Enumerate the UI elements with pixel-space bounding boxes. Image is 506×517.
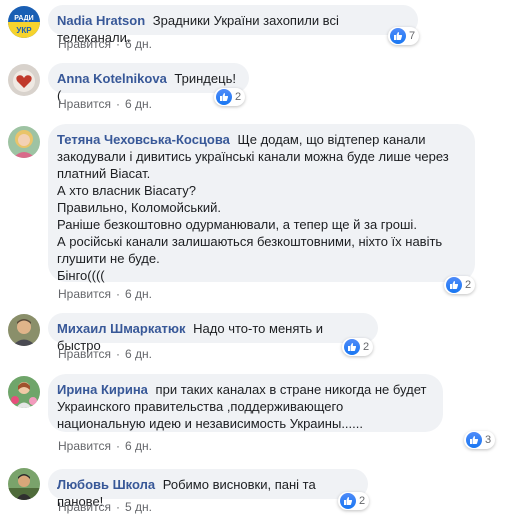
comment-bubble: Михаил Шмаркатюк Надо что-то менять и бы…	[48, 313, 378, 353]
timestamp[interactable]: 5 дн.	[125, 500, 152, 514]
timestamp[interactable]: 6 дн.	[125, 97, 152, 111]
reaction-number: 2	[235, 91, 242, 103]
comment-author[interactable]: Nadia Hratson	[57, 13, 145, 28]
reaction-count[interactable]: 2	[444, 276, 476, 294]
comment-actions: Нравится · 6 дн.	[58, 287, 152, 301]
svg-text:УКР: УКР	[16, 26, 32, 35]
comment-text: Ще додам, що відтепер канали закодували …	[57, 132, 449, 283]
man-avatar-icon	[8, 314, 40, 346]
woman-avatar-icon	[8, 126, 40, 158]
avatar[interactable]	[8, 64, 40, 96]
like-reaction-icon	[466, 432, 482, 448]
separator: ·	[115, 37, 120, 51]
comment-bubble: Любовь Школа Робимо висновки, пані та па…	[48, 469, 368, 509]
person-outdoor-avatar-icon	[8, 468, 40, 500]
reaction-number: 3	[485, 434, 492, 446]
reaction-number: 2	[363, 341, 370, 353]
comment-author[interactable]: Михаил Шмаркатюк	[57, 321, 186, 336]
like-reaction-icon	[340, 493, 356, 509]
reaction-number: 2	[465, 279, 472, 291]
comment-bubble: Ирина Кирина при таких каналах в стране …	[48, 374, 443, 432]
like-reaction-icon	[390, 28, 406, 44]
timestamp[interactable]: 6 дн.	[125, 287, 152, 301]
reaction-count[interactable]: 2	[342, 338, 374, 356]
timestamp[interactable]: 6 дн.	[125, 347, 152, 361]
like-reaction-icon	[446, 277, 462, 293]
radio-logo-icon: РАДИ УКР	[8, 6, 40, 38]
avatar[interactable]: РАДИ УКР	[8, 6, 40, 38]
comment-actions: Нравится · 6 дн.	[58, 439, 152, 453]
svg-text:РАДИ: РАДИ	[14, 15, 33, 22]
avatar[interactable]	[8, 126, 40, 158]
like-link[interactable]: Нравится	[58, 97, 111, 111]
comment-actions: Нравится · 6 дн.	[58, 97, 152, 111]
like-reaction-icon	[344, 339, 360, 355]
comment-bubble: Nadia Hratson Зрадники України захопили …	[48, 5, 418, 45]
comment-actions: Нравится · 6 дн.	[58, 347, 152, 361]
separator: ·	[115, 500, 120, 514]
separator: ·	[115, 347, 120, 361]
comment-author[interactable]: Anna Kotelnikova	[57, 71, 167, 86]
reaction-count[interactable]: 7	[388, 27, 420, 45]
like-link[interactable]: Нравится	[58, 347, 111, 361]
reaction-count[interactable]: 2	[214, 88, 246, 106]
comment-author[interactable]: Любовь Школа	[57, 477, 155, 492]
comment-bubble: Тетяна Чеховська-Косцова Ще додам, що ві…	[48, 124, 475, 283]
comment-author[interactable]: Ирина Кирина	[57, 382, 148, 397]
timestamp[interactable]: 6 дн.	[125, 439, 152, 453]
like-link[interactable]: Нравится	[58, 37, 111, 51]
avatar[interactable]	[8, 376, 40, 408]
like-link[interactable]: Нравится	[58, 439, 111, 453]
reaction-number: 7	[409, 30, 416, 42]
like-reaction-icon	[216, 89, 232, 105]
separator: ·	[115, 97, 120, 111]
separator: ·	[115, 287, 120, 301]
timestamp[interactable]: 6 дн.	[125, 37, 152, 51]
reaction-count[interactable]: 2	[338, 492, 370, 510]
avatar[interactable]	[8, 314, 40, 346]
woman-flowers-avatar-icon	[8, 376, 40, 408]
comment-author[interactable]: Тетяна Чеховська-Косцова	[57, 132, 230, 147]
comment-actions: Нравится · 5 дн.	[58, 500, 152, 514]
reaction-count[interactable]: 3	[464, 431, 496, 449]
like-link[interactable]: Нравится	[58, 287, 111, 301]
avatar[interactable]	[8, 468, 40, 500]
like-link[interactable]: Нравится	[58, 500, 111, 514]
comment-actions: Нравится · 6 дн.	[58, 37, 152, 51]
separator: ·	[115, 439, 120, 453]
reaction-number: 2	[359, 495, 366, 507]
heart-avatar-icon	[8, 64, 40, 96]
